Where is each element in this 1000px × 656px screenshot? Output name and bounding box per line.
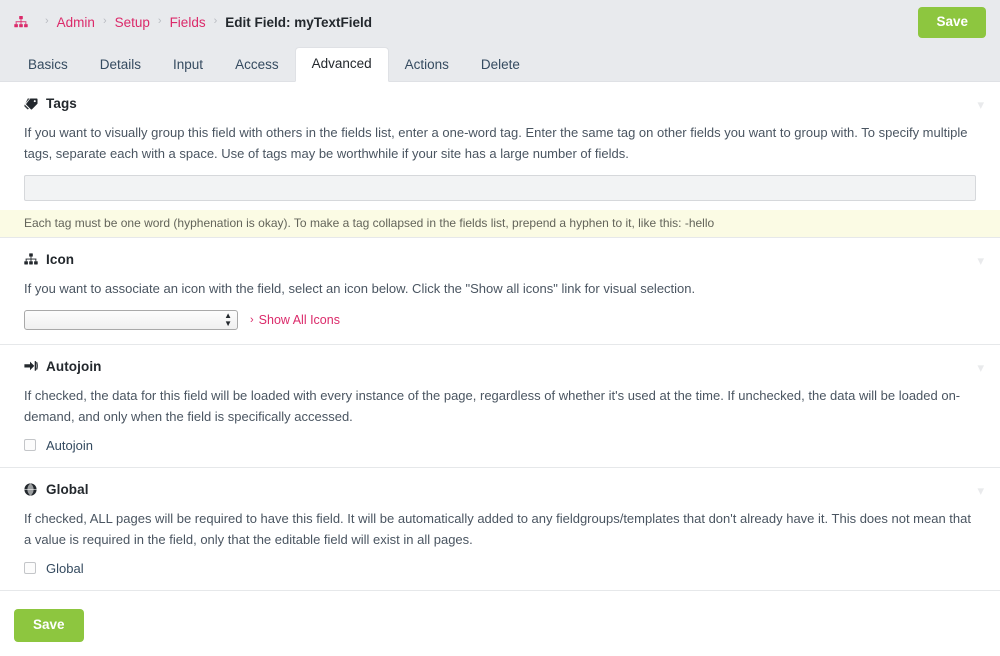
global-checkbox-row[interactable]: Global [24,561,986,576]
chevron-down-icon[interactable]: ▾ [977,254,984,267]
autojoin-checkbox-row[interactable]: Autojoin [24,438,986,453]
page-title: Edit Field: myTextField [225,14,373,30]
save-button-bottom[interactable]: Save [14,608,84,642]
show-all-icons-label: Show All Icons [258,312,340,327]
section-global-description: If checked, ALL pages will be required t… [24,510,971,547]
section-autojoin: Autojoin ▾ If checked, the data for this… [0,345,1000,468]
autojoin-checkbox-label[interactable]: Autojoin [46,438,93,453]
sitemap-icon [24,253,39,266]
breadcrumb-separator-2: › [157,15,162,27]
icon-select-row: ▲ ▼ › Show All Icons [24,309,986,330]
breadcrumb-separator-3: › [213,15,218,27]
section-icon: Icon ▾ If you want to associate an icon … [0,238,1000,345]
chevron-right-icon: › [250,313,254,326]
tab-input[interactable]: Input [157,49,219,82]
tab-basics[interactable]: Basics [12,49,84,82]
section-icon-title: Icon [46,251,75,267]
section-tags-title: Tags [46,96,77,111]
tab-delete[interactable]: Delete [465,49,536,82]
breadcrumb-separator-0: › [45,15,49,27]
tab-actions[interactable]: Actions [389,49,465,82]
section-icon-description: If you want to associate an icon with th… [24,280,696,296]
global-checkbox-label[interactable]: Global [46,561,84,576]
breadcrumb: › Admin › Setup › Fields › Edit Field: m… [14,15,372,30]
globe-icon [24,483,39,496]
section-tags-header[interactable]: Tags [24,96,986,111]
chevron-down-icon[interactable]: ▾ [977,361,984,374]
sitemap-icon[interactable] [14,15,28,29]
icon-select[interactable]: ▲ ▼ [24,309,238,330]
breadcrumb-link-fields[interactable]: Fields [170,15,206,30]
show-all-icons-link[interactable]: › Show All Icons [250,313,340,327]
masthead: › Admin › Setup › Fields › Edit Field: m… [0,0,1000,44]
section-global-title: Global [46,481,89,497]
tab-details[interactable]: Details [84,49,157,82]
chevron-down-icon[interactable]: ▾ [977,98,984,111]
footer-actions: Save [0,591,1000,656]
breadcrumb-separator-1: › [102,15,107,27]
section-autojoin-description: If checked, the data for this field will… [24,387,961,424]
advanced-form: Tags ▾ If you want to visually group thi… [0,82,1000,656]
save-button-top[interactable]: Save [918,7,986,38]
section-tags-description: If you want to visually group this field… [24,125,968,162]
select-spinner-icon: ▲ ▼ [224,310,232,328]
tab-access[interactable]: Access [219,49,295,82]
section-icon-header[interactable]: Icon [24,252,986,267]
autojoin-checkbox[interactable] [24,439,36,452]
section-autojoin-title: Autojoin [46,358,102,374]
section-global-header[interactable]: Global [24,482,986,497]
section-tags-notes: Each tag must be one word (hyphenation i… [0,210,1000,237]
tag-icon [24,98,39,110]
global-checkbox[interactable] [24,562,36,575]
sign-in-icon [24,360,39,372]
tab-bar: Basics Details Input Access Advanced Act… [0,44,1000,82]
breadcrumb-link-setup[interactable]: Setup [115,15,150,30]
section-tags: Tags ▾ If you want to visually group thi… [0,82,1000,238]
tab-advanced[interactable]: Advanced [294,46,389,82]
tags-input[interactable] [24,175,976,202]
chevron-down-icon[interactable]: ▾ [977,484,984,497]
breadcrumb-link-admin[interactable]: Admin [57,15,95,30]
section-global: Global ▾ If checked, ALL pages will be r… [0,468,1000,591]
section-autojoin-header[interactable]: Autojoin [24,359,986,374]
